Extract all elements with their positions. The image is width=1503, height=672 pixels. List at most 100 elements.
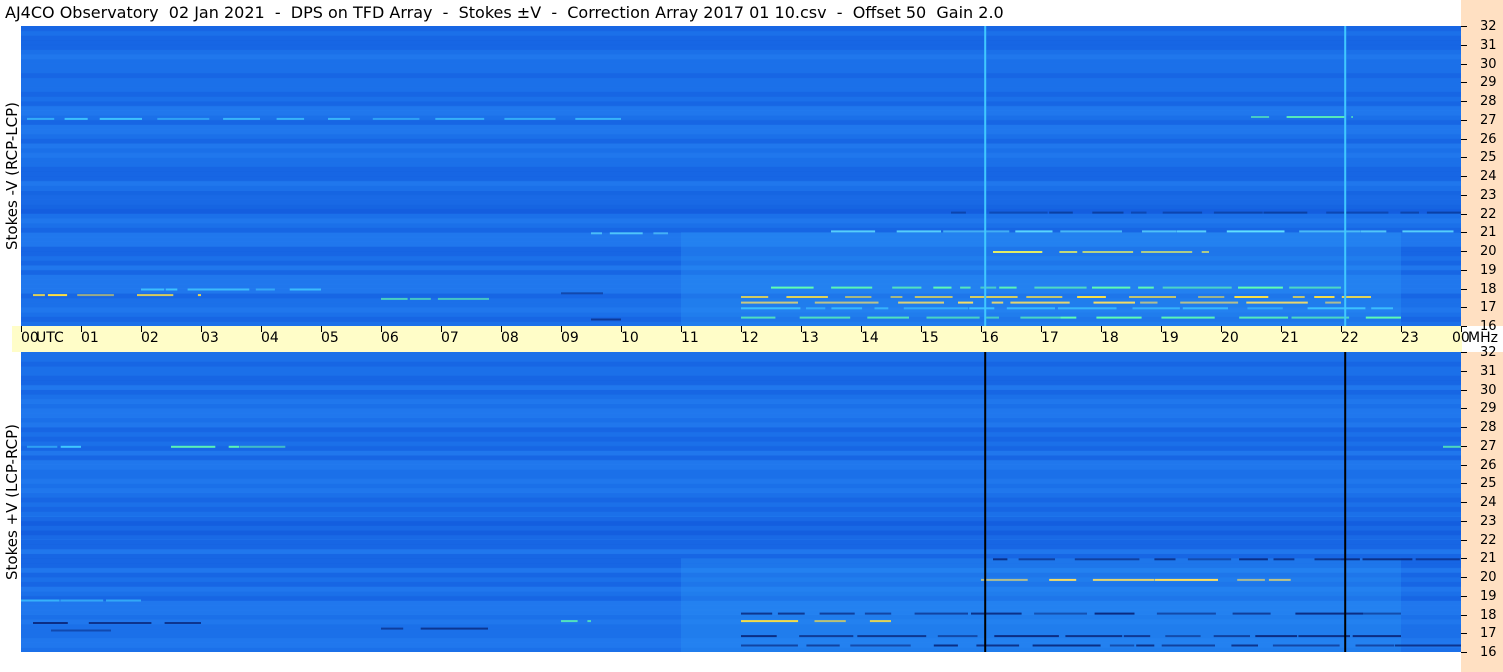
signal-streak (1015, 230, 1053, 233)
signal-streak (1362, 558, 1413, 561)
frequency-tick-mark (1461, 176, 1467, 177)
utc-tick-label: 20 (1221, 330, 1239, 346)
signal-streak (1314, 296, 1335, 298)
signal-streak (1415, 558, 1460, 561)
signal-streak (969, 307, 995, 310)
heatmap-row-band (21, 478, 1461, 484)
frequency-tick-mark (1461, 520, 1467, 522)
signal-streak (1351, 116, 1353, 118)
signal-streak (1289, 286, 1341, 289)
signal-streak (141, 288, 165, 291)
signal-streak (986, 316, 999, 319)
heatmap-row-band (21, 473, 1461, 480)
signal-streak (1361, 230, 1387, 233)
signal-streak (575, 117, 621, 120)
utc-tick-label: 08 (501, 330, 519, 346)
signal-streak (741, 316, 776, 319)
signal-streak (435, 117, 485, 120)
utc-tick-label: 18 (1101, 330, 1119, 346)
signal-streak (1213, 211, 1263, 214)
utc-tick-label: 05 (321, 330, 339, 346)
frequency-tick-label: 30 (1480, 382, 1497, 398)
signal-streak (1237, 578, 1265, 581)
heatmap-row-band (21, 398, 1461, 405)
signal-streak (223, 117, 260, 120)
utc-tick-label: 16 (981, 330, 999, 346)
utc-tick-label: 06 (381, 330, 399, 346)
frequency-tick-mark (1461, 26, 1467, 27)
signal-streak (1034, 612, 1087, 615)
signal-streak (437, 297, 489, 300)
frequency-tick-mark (1461, 445, 1467, 447)
signal-streak (1077, 296, 1106, 298)
frequency-tick-mark (1461, 408, 1467, 410)
frequency-tick-label: 22 (1480, 532, 1497, 548)
heatmap-row-band (21, 222, 1461, 229)
signal-streak (892, 286, 922, 289)
signal-streak (47, 294, 68, 297)
frequency-tick-mark (1461, 633, 1467, 635)
frequency-tick-label: 32 (1480, 19, 1497, 34)
frequency-tick-mark (1461, 44, 1467, 46)
signal-streak (1246, 301, 1308, 304)
signal-streak (898, 301, 944, 304)
frequency-tick-mark (1461, 352, 1467, 353)
heatmap-row-band (21, 77, 1461, 83)
signal-streak (814, 620, 846, 623)
signal-streak (1074, 558, 1140, 561)
heatmap-row-band (21, 427, 1461, 433)
utc-tick-label: 17 (1041, 330, 1059, 346)
signal-streak (409, 297, 431, 300)
frequency-tick-label: 20 (1480, 570, 1497, 585)
heatmap-row-band (21, 417, 1461, 423)
signal-streak (255, 288, 275, 291)
heatmap-row-band (21, 171, 1461, 177)
signal-streak (60, 599, 104, 602)
heatmap-row-band (21, 96, 1461, 102)
heatmap-row-band (21, 176, 1461, 182)
heatmap-row-band (21, 502, 1461, 508)
signal-streak (993, 558, 1008, 561)
heatmap-row-band (21, 63, 1461, 69)
heatmap-row-band (21, 352, 1461, 358)
heatmap-row-band (21, 511, 1461, 517)
signal-streak (1198, 296, 1225, 298)
signal-streak (951, 211, 966, 214)
frequency-tick-mark (1461, 307, 1467, 309)
top-frequency-axis: 32 31 30 29 28 27 26 25 24 23 22 21 20 19 18 17 16 (1461, 0, 1503, 334)
utc-tick-label: 19 (1161, 330, 1179, 346)
signal-streak (1018, 558, 1055, 561)
signal-streak (1182, 307, 1228, 310)
heatmap-row-band (21, 129, 1461, 135)
signal-streak (99, 117, 142, 120)
utc-tick-label: 02 (141, 330, 159, 346)
heatmap-row-band (21, 152, 1461, 158)
heatmap-row-band (21, 370, 1461, 376)
signal-streak (609, 232, 643, 235)
frequency-tick-mark (1461, 101, 1467, 102)
signal-streak (504, 117, 556, 120)
frequency-tick-mark (1461, 427, 1467, 428)
frequency-tick-mark (1461, 213, 1467, 215)
signal-streak (943, 230, 1010, 233)
heatmap-row-band (21, 431, 1461, 437)
signal-streak (164, 622, 201, 624)
signal-streak (1402, 230, 1454, 233)
utc-tick-label: 03 (201, 330, 219, 346)
signal-streak (1295, 612, 1364, 615)
signal-streak (914, 612, 968, 615)
signal-streak (869, 620, 891, 623)
signal-streak (21, 599, 60, 602)
signal-streak (850, 644, 911, 647)
signal-streak (933, 644, 958, 647)
signal-streak (1213, 635, 1250, 638)
frequency-tick-mark (1461, 138, 1467, 140)
heatmap-row-band (21, 356, 1461, 362)
signal-streak (27, 445, 58, 448)
frequency-tick-mark (1461, 326, 1467, 327)
signal-streak (896, 230, 941, 233)
frequency-tick-label: 18 (1480, 607, 1497, 623)
frequency-tick-label: 31 (1480, 363, 1497, 379)
signal-streak (1326, 211, 1389, 214)
frequency-tick-mark (1461, 269, 1467, 271)
